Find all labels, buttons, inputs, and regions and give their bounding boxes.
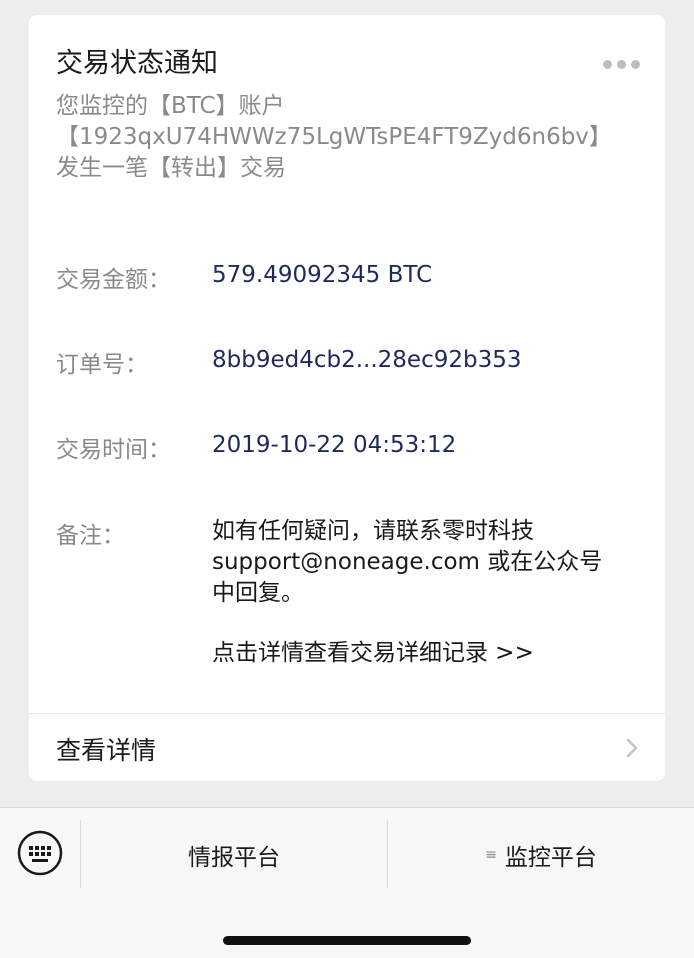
remark-line: 点击详情查看交易详细记录 >> [212, 640, 534, 666]
home-indicator[interactable] [223, 936, 471, 945]
intro-line: 您监控的【BTC】账户 [56, 93, 285, 119]
amount-label: 交易金额： [56, 267, 171, 293]
notification-intro: 您监控的【BTC】账户 【1923qxU74HWWz75LgWTsPE4FT9Z… [56, 91, 636, 184]
menu-item-label: 情报平台 [188, 845, 280, 871]
chevron-right-icon [626, 738, 638, 758]
more-options-icon[interactable] [603, 59, 643, 69]
remark-line: 中回复。 [212, 580, 304, 606]
intro-address: 【1923qxU74HWWz75LgWTsPE4FT9Zyd6n6bv】 [56, 124, 612, 150]
remark-line: support@noneage.com 或在公众号 [212, 549, 603, 575]
remark-value: 如有任何疑问，请联系零时科技 support@noneage.com 或在公众号… [212, 516, 632, 669]
menu-item-intelligence[interactable]: 情报平台 [81, 822, 387, 888]
notification-card: 交易状态通知 您监控的【BTC】账户 【1923qxU74HWWz75LgWTs… [29, 15, 665, 781]
menu-item-monitoring[interactable]: ≡ 监控平台 [388, 822, 694, 888]
bottom-menu-bar: 情报平台 ≡ 监控平台 [0, 807, 694, 958]
submenu-list-icon: ≡ [485, 847, 497, 863]
amount-value: 579.49092345 BTC [212, 262, 433, 288]
intro-line: 发生一笔【转出】交易 [56, 155, 286, 181]
time-label: 交易时间： [56, 437, 171, 463]
remark-label: 备注： [56, 523, 125, 549]
order-value: 8bb9ed4cb2...28ec92b353 [212, 347, 522, 373]
card-title: 交易状态通知 [56, 48, 218, 79]
remark-line: 如有任何疑问，请联系零时科技 [212, 518, 534, 544]
time-value: 2019-10-22 04:53:12 [212, 432, 457, 458]
view-details-label: 查看详情 [56, 736, 157, 765]
menu-item-label: 监控平台 [504, 845, 597, 871]
view-details-button[interactable]: 查看详情 [29, 714, 665, 781]
keyboard-icon[interactable] [17, 830, 63, 876]
order-label: 订单号： [56, 352, 148, 378]
